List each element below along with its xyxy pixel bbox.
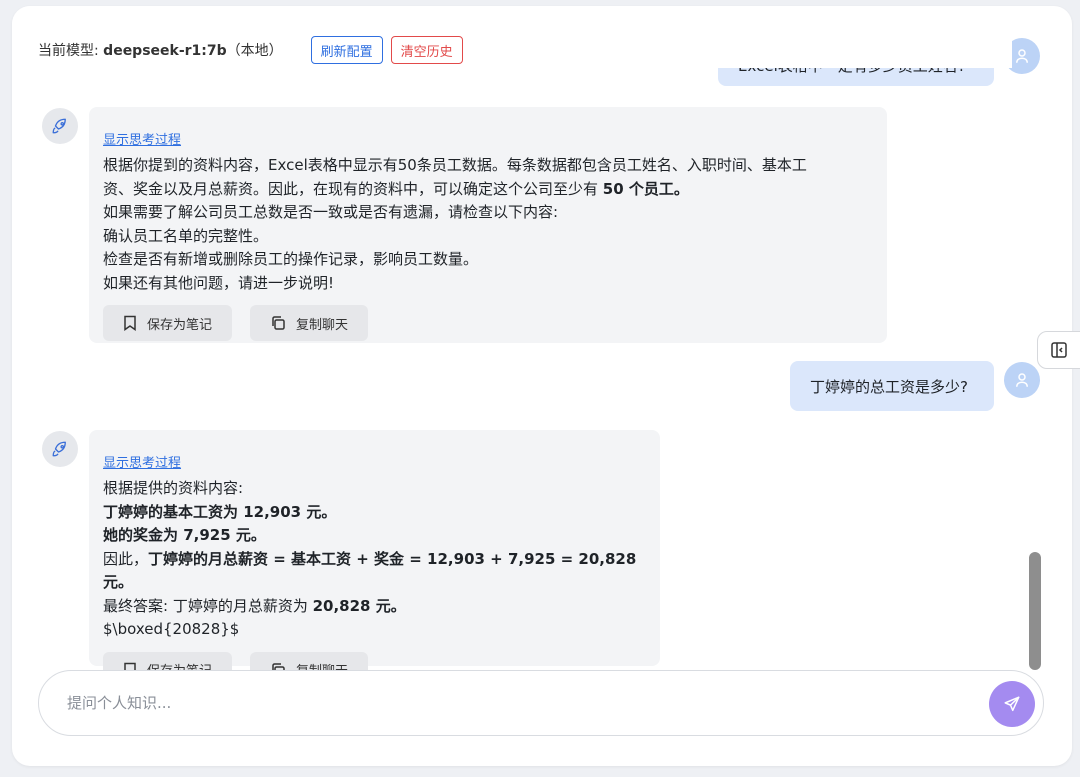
send-button[interactable] (989, 681, 1035, 727)
message-line: 如果需要了解公司员工总数是否一致或是否有遗漏，请检查以下内容: (103, 201, 873, 225)
message-line: 资、奖金以及月总薪资。因此，在现有的资料中，可以确定这个公司至少有 50 个员工… (103, 178, 873, 202)
user-icon (1016, 49, 1028, 63)
text-span: 如果需要了解公司员工总数是否一致或是否有遗漏，请检查以下内容: (103, 203, 559, 221)
bold-text: 她的奖金为 7,925 元。 (103, 526, 266, 544)
rocket-icon (52, 441, 66, 457)
model-name: deepseek-r1:7b (103, 43, 227, 59)
message-line: 如果还有其他问题，请进一步说明! (103, 272, 873, 296)
chat-header: 当前模型: deepseek-r1:7b（本地） 刷新配置 清空历史 (12, 6, 1012, 68)
assistant-message: 显示思考过程 根据提供的资料内容: 丁婷婷的基本工资为 12,903 元。 她的奖金… (89, 430, 660, 688)
side-panel-toggle[interactable] (1037, 331, 1080, 369)
message-line: 根据提供的资料内容: (103, 477, 646, 501)
user-message: 丁婷婷的总工资是多少? (790, 361, 994, 411)
panel-toggle-icon (1051, 342, 1067, 358)
show-thinking-link[interactable]: 显示思考过程 (103, 452, 181, 471)
text-span: 最终答案: 丁婷婷的月总薪资为 (103, 596, 313, 615)
current-model-label: 当前模型: deepseek-r1:7b（本地） (38, 43, 283, 59)
composer (38, 670, 1044, 736)
text-span: 如果还有其他问题，请进一步说明! (103, 273, 335, 292)
message-line: 她的奖金为 7,925 元。 (103, 524, 646, 548)
save-as-note-button[interactable]: 保存为笔记 (103, 305, 233, 341)
bold-text: 丁婷婷的基本工资为 12,903 元。 (103, 502, 337, 521)
assistant-message: 显示思考过程 根据你提到的资料内容，Excel表格中显示有50条员工数据。每条数… (89, 107, 887, 343)
message-line: 检查是否有新增或删除员工的操作记录，影响员工数量。 (103, 248, 873, 272)
message-line: 最终答案: 丁婷婷的月总薪资为 20,828 元。 (103, 595, 646, 619)
message-line: $\boxed{20828}$ (103, 618, 646, 642)
show-thinking-link[interactable]: 显示思考过程 (103, 129, 181, 148)
message-line: 确认员工名单的完整性。 (103, 225, 873, 249)
copy-icon (272, 316, 285, 330)
text-span: 因此， (103, 549, 149, 568)
chat-panel: Excel表格中一定有多少员工姓名? 显示思考过程 根据你提到的资料内容，Exc… (12, 6, 1072, 766)
assistant-message-body: 根据提供的资料内容: 丁婷婷的基本工资为 12,903 元。 她的奖金为 7,925… (103, 477, 646, 642)
text-span: 确认员工名单的完整性。 (103, 226, 269, 245)
bold-text: 20,828 元。 (312, 596, 406, 615)
assistant-message-body: 根据你提到的资料内容，Excel表格中显示有50条员工数据。每条数据都包含员工姓… (103, 154, 873, 295)
send-icon (1004, 696, 1020, 712)
bold-text: 丁婷婷的月总薪资 = 基本工资 + 奖金 = 12,903 + 7,925 = … (103, 549, 637, 592)
text-span: 检查是否有新增或删除员工的操作记录，影响员工数量。 (103, 250, 479, 268)
scrollbar-thumb[interactable] (1029, 552, 1041, 670)
assistant-avatar (42, 108, 78, 144)
bold-text: 50 个员工。 (602, 179, 689, 198)
message-line: 丁婷婷的基本工资为 12,903 元。 (103, 501, 646, 525)
text-span: $\boxed{20828}$ (103, 620, 240, 638)
refresh-config-button[interactable]: 刷新配置 (310, 36, 383, 64)
message-line: 因此，丁婷婷的月总薪资 = 基本工资 + 奖金 = 12,903 + 7,925… (103, 548, 646, 595)
message-list: Excel表格中一定有多少员工姓名? 显示思考过程 根据你提到的资料内容，Exc… (12, 6, 1072, 688)
copy-chat-button[interactable]: 复制聊天 (250, 305, 369, 341)
question-input[interactable] (67, 694, 947, 712)
text-span: 根据你提到的资料内容，Excel表格中显示有50条员工数据。每条数据都包含员工姓… (103, 156, 807, 174)
clear-history-button[interactable]: 清空历史 (390, 36, 463, 64)
user-message-text: 丁婷婷的总工资是多少? (810, 377, 968, 396)
text-span: 资、奖金以及月总薪资。因此，在现有的资料中，可以确定这个公司至少有 (103, 179, 603, 198)
assistant-avatar (42, 431, 78, 467)
text-span: 根据提供的资料内容: (103, 479, 244, 497)
message-line: 根据你提到的资料内容，Excel表格中显示有50条员工数据。每条数据都包含员工姓… (103, 154, 873, 178)
rocket-icon (52, 118, 66, 134)
bookmark-icon (124, 315, 136, 331)
